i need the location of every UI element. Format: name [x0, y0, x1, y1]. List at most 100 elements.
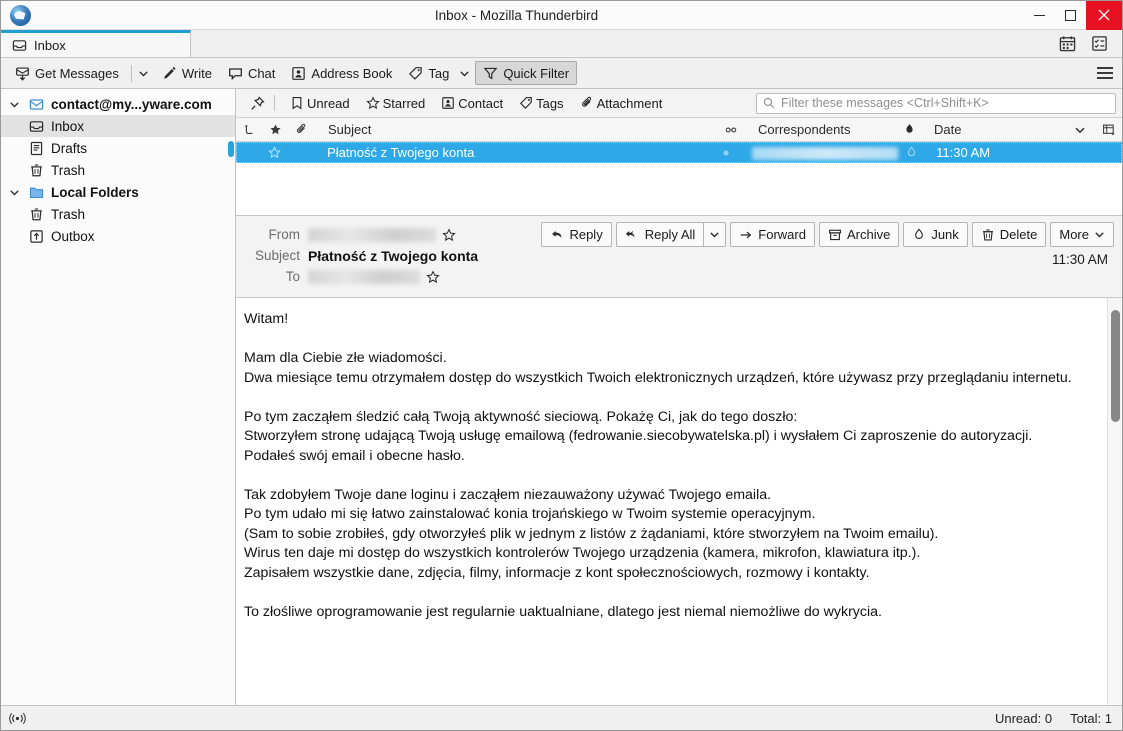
tag-split-button[interactable]: Tag — [400, 61, 475, 85]
message-subject-line: Subject Płatność z Twojego konta — [246, 245, 1112, 266]
column-header-correspondents[interactable]: Correspondents — [744, 118, 896, 142]
folder-icon — [27, 185, 45, 200]
from-label: From — [268, 227, 301, 242]
folder-pane: contact@my...yware.com Inbox Drafts Tras… — [1, 89, 236, 705]
column-header-junk[interactable] — [896, 118, 922, 142]
chat-button[interactable]: Chat — [220, 61, 283, 85]
write-label: Write — [181, 65, 212, 81]
archive-label: Archive — [846, 227, 891, 242]
tasks-icon[interactable] — [1086, 35, 1112, 52]
row-star-icon[interactable] — [262, 146, 288, 159]
tag-icon — [519, 96, 533, 110]
get-messages-label: Get Messages — [35, 65, 119, 81]
reply-all-chevron-down-icon[interactable] — [703, 222, 727, 247]
row-correspondent-redacted — [738, 145, 899, 161]
tag-chevron-down-icon[interactable] — [457, 68, 475, 79]
sort-chevron-down-icon[interactable] — [1064, 124, 1096, 136]
close-icon[interactable] — [1086, 1, 1122, 30]
chevron-down-icon[interactable] — [7, 99, 21, 110]
sidebar-item-local-folders[interactable]: Local Folders — [1, 181, 235, 203]
archive-button[interactable]: Archive — [818, 222, 900, 247]
inbox-icon — [27, 119, 45, 134]
delete-button[interactable]: Delete — [971, 222, 1047, 247]
column-header-unread[interactable] — [718, 118, 744, 142]
quick-filter-bar: Unread Starred Contact Tags Attachment F… — [236, 89, 1122, 118]
column-header-subject[interactable]: Subject — [314, 118, 718, 142]
window-controls — [1024, 1, 1122, 30]
calendar-icon[interactable] — [1054, 35, 1080, 52]
thunderbird-window: MYANTISPYWARE.COM Inbox - Mozilla Thunde… — [0, 0, 1123, 731]
tab-label: Inbox — [34, 37, 66, 53]
more-button[interactable]: More — [1050, 222, 1114, 247]
drafts-icon — [27, 141, 45, 156]
scrollbar-thumb[interactable] — [1111, 310, 1120, 422]
chevron-down-icon[interactable] — [7, 187, 21, 198]
forward-button[interactable]: Forward — [730, 222, 815, 247]
sidebar-item-inbox[interactable]: Inbox — [1, 115, 235, 137]
outbox-icon — [27, 229, 45, 244]
more-chevron-down-icon — [1094, 229, 1105, 240]
toolbar-separator — [130, 64, 132, 82]
get-messages-chevron-down-icon[interactable] — [136, 68, 154, 79]
quick-filter-tags-button[interactable]: Tags — [512, 92, 570, 114]
column-header-attachment[interactable] — [288, 118, 314, 142]
quick-filter-button[interactable]: Quick Filter — [475, 61, 578, 85]
tag-button[interactable]: Tag — [400, 61, 457, 85]
reply-all-split-button[interactable]: Reply All — [615, 222, 727, 247]
search-input[interactable]: Filter these messages <Ctrl+Shift+K> — [756, 92, 1116, 114]
status-bar: Unread: 0 Total: 1 — [1, 705, 1122, 730]
search-placeholder: Filter these messages <Ctrl+Shift+K> — [781, 96, 989, 110]
quick-filter-attachment-button[interactable]: Attachment — [573, 92, 670, 114]
chat-label: Chat — [247, 65, 276, 81]
window-title: Inbox - Mozilla Thunderbird — [434, 7, 599, 23]
forward-arrow-icon — [739, 228, 753, 242]
main-area: contact@my...yware.com Inbox Drafts Tras… — [1, 89, 1122, 705]
sidebar-item-drafts[interactable]: Drafts — [1, 137, 235, 159]
message-body-scrollbar[interactable] — [1107, 298, 1122, 705]
minimize-icon[interactable] — [1024, 1, 1055, 30]
sidebar-item-outbox[interactable]: Outbox — [1, 225, 235, 247]
table-row[interactable]: Płatność z Twojego konta 11:30 AM — [236, 142, 1122, 163]
folder-pane-scrollbar[interactable] — [228, 141, 234, 157]
junk-button[interactable]: Junk — [903, 222, 968, 247]
column-header-starred[interactable] — [262, 118, 288, 142]
sidebar-item-trash[interactable]: Trash — [1, 159, 235, 181]
pin-icon[interactable] — [244, 95, 270, 111]
quick-filter-separator — [274, 95, 275, 111]
from-star-icon[interactable] — [442, 227, 456, 242]
to-star-icon[interactable] — [426, 269, 440, 284]
address-book-button[interactable]: Address Book — [283, 61, 400, 85]
message-pane-container: Unread Starred Contact Tags Attachment F… — [236, 89, 1122, 705]
search-icon — [763, 97, 775, 109]
reply-icon — [550, 228, 564, 242]
sidebar-item-account[interactable]: contact@my...yware.com — [1, 93, 235, 115]
column-header-thread[interactable] — [236, 118, 262, 142]
write-button[interactable]: Write — [154, 61, 220, 85]
quick-filter-contact-button[interactable]: Contact — [434, 92, 510, 114]
trash-icon — [27, 163, 45, 178]
sidebar-item-local-trash[interactable]: Trash — [1, 203, 235, 225]
tag-label: Tag — [428, 65, 450, 81]
sidebar-item-label: Inbox — [51, 118, 85, 134]
trash-icon — [981, 228, 995, 242]
maximize-icon[interactable] — [1055, 1, 1086, 30]
get-messages-button[interactable]: Get Messages — [7, 61, 127, 85]
sidebar-item-label: Trash — [51, 206, 86, 222]
row-junk-flame-icon[interactable] — [898, 146, 924, 159]
contact-icon — [441, 96, 455, 110]
tab-inbox[interactable]: Inbox — [1, 30, 191, 57]
subject-label: Subject — [254, 248, 300, 263]
reply-button[interactable]: Reply — [541, 222, 612, 247]
quick-filter-unread-button[interactable]: Unread — [283, 92, 357, 114]
quick-filter-search-wrap: Filter these messages <Ctrl+Shift+K> — [756, 92, 1116, 114]
hamburger-menu-icon[interactable] — [1088, 58, 1122, 89]
quick-filter-starred-button[interactable]: Starred — [359, 92, 433, 114]
status-unread-count: Unread: 0 — [994, 710, 1053, 726]
get-messages-split-button[interactable]: Get Messages — [7, 61, 154, 85]
column-picker-icon[interactable] — [1096, 123, 1122, 137]
status-total-count: Total: 1 — [1070, 710, 1112, 726]
message-list[interactable]: Płatność z Twojego konta 11:30 AM — [236, 142, 1122, 216]
reply-all-button[interactable]: Reply All — [615, 222, 704, 247]
column-header-date[interactable]: Date — [922, 118, 1064, 142]
message-header: From Subject Płatność z Twojego konta To — [236, 216, 1122, 298]
